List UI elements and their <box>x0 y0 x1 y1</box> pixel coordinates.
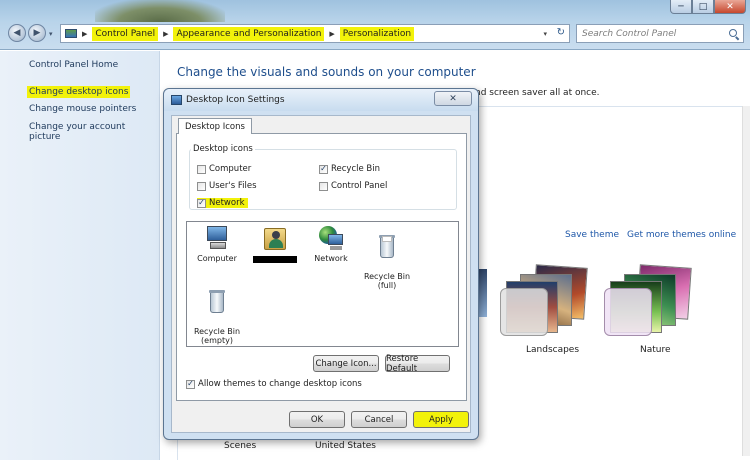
computer-checkbox[interactable]: Computer <box>197 164 251 174</box>
icon-label: Computer <box>197 254 237 263</box>
forward-button[interactable]: ▶ <box>28 24 46 42</box>
breadcrumb-separator-icon[interactable]: ▶ <box>163 30 168 38</box>
checkbox-box[interactable]: ✓ <box>319 164 328 174</box>
address-bar[interactable]: ▶ Control Panel ▶ Appearance and Persona… <box>60 24 570 43</box>
change-icon-button[interactable]: Change Icon... <box>313 355 379 372</box>
back-button[interactable]: ◀ <box>8 24 26 42</box>
checkbox-label: Allow themes to change desktop icons <box>198 379 362 389</box>
dialog-titlebar[interactable]: Desktop Icon Settings ✕ <box>164 89 478 111</box>
address-dropdown-icon[interactable]: ▾ <box>543 30 547 38</box>
tab-panel: Desktop icons Computer ✓ Recycle Bin Use… <box>176 133 467 401</box>
computer-icon <box>204 225 230 251</box>
checkbox-label: Recycle Bin <box>331 164 381 174</box>
search-input[interactable]: Search Control Panel <box>576 24 744 43</box>
control-panel-icon <box>65 29 77 38</box>
breadcrumb-separator-icon[interactable]: ▶ <box>82 30 87 38</box>
icon-label: Network <box>314 254 348 263</box>
checkbox-box[interactable]: ✓ <box>197 198 206 208</box>
network-icon <box>318 225 344 251</box>
apply-button[interactable]: Apply <box>413 411 469 428</box>
change-desktop-icons-link[interactable]: Change desktop icons <box>27 86 131 98</box>
checkbox-box[interactable] <box>319 181 328 191</box>
desktop-icons-list[interactable]: Computer Network Recycle Bin (full) Recy… <box>186 221 459 347</box>
dialog-title: Desktop Icon Settings <box>186 95 285 105</box>
desktop-settings-icon <box>171 95 182 105</box>
refresh-icon[interactable]: ↻ <box>557 27 565 38</box>
group-label: Desktop icons <box>191 144 255 154</box>
breadcrumb-personalization[interactable]: Personalization <box>339 26 415 41</box>
left-task-pane: Control Panel Home Change desktop icons … <box>0 51 160 460</box>
icon-label: Recycle Bin (empty) <box>193 327 241 345</box>
theme-color-swatch <box>500 288 548 336</box>
checkmark-icon: ✓ <box>198 198 205 207</box>
wallpaper-peek <box>95 0 225 22</box>
icon-item-network[interactable]: Network <box>303 225 359 263</box>
change-mouse-pointers-link[interactable]: Change mouse pointers <box>29 104 136 114</box>
icon-item-user-files[interactable] <box>247 225 303 265</box>
minimize-button[interactable]: ─ <box>670 0 692 14</box>
ok-button[interactable]: OK <box>289 411 345 428</box>
dialog-body: Desktop icons Computer ✓ Recycle Bin Use… <box>171 115 471 433</box>
checkbox-label: Network <box>209 198 245 208</box>
search-placeholder: Search Control Panel <box>582 28 677 39</box>
users-files-checkbox[interactable]: User's Files <box>197 181 257 191</box>
icon-item-recycle-bin-empty[interactable]: Recycle Bin (empty) <box>189 280 245 345</box>
get-more-themes-link[interactable]: Get more themes online <box>627 230 736 240</box>
close-icon: ✕ <box>449 93 457 104</box>
theme-color-swatch <box>604 288 652 336</box>
recent-pages-dropdown[interactable]: ▾ <box>49 30 53 38</box>
save-theme-link[interactable]: Save theme <box>565 230 619 240</box>
desktop-icon-settings-dialog: Desktop Icon Settings ✕ Desktop icons Co… <box>163 88 479 440</box>
maximize-button[interactable]: □ <box>692 0 714 14</box>
recycle-bin-checkbox[interactable]: ✓ Recycle Bin <box>319 164 380 174</box>
checkmark-icon: ✓ <box>187 379 194 388</box>
page-title: Change the visuals and sounds on your co… <box>177 65 476 79</box>
theme-nature[interactable] <box>604 264 692 336</box>
search-icon[interactable] <box>729 28 739 39</box>
icon-item-computer[interactable]: Computer <box>189 225 245 263</box>
theme-landscapes[interactable] <box>500 264 588 336</box>
theme-label: United States <box>315 441 376 451</box>
themes-scrollbar[interactable] <box>742 106 750 456</box>
checkbox-label: Control Panel <box>331 181 388 191</box>
checkbox-box[interactable] <box>197 181 206 191</box>
theme-label: Scenes <box>224 441 257 451</box>
forward-arrow-icon: ▶ <box>33 28 41 38</box>
cancel-button[interactable]: Cancel <box>351 411 407 428</box>
dialog-close-button[interactable]: ✕ <box>434 91 472 106</box>
checkbox-label: Computer <box>209 164 252 174</box>
checkbox-box[interactable] <box>197 164 206 174</box>
back-arrow-icon: ◀ <box>13 28 21 38</box>
redacted-label <box>253 256 297 263</box>
page-description: nd screen saver all at once. <box>475 88 600 98</box>
recycle-bin-empty-icon <box>204 289 230 315</box>
caption-buttons: ─ □ ✕ <box>670 0 746 14</box>
breadcrumb-separator-icon[interactable]: ▶ <box>329 30 334 38</box>
change-account-picture-link[interactable]: Change your account picture <box>29 122 159 142</box>
control-panel-checkbox[interactable]: Control Panel <box>319 181 387 191</box>
recycle-bin-full-icon <box>374 234 400 260</box>
user-folder-icon <box>262 225 288 251</box>
control-panel-home-link[interactable]: Control Panel Home <box>29 60 118 70</box>
checkbox-label: User's Files <box>209 181 257 191</box>
breadcrumb-control-panel[interactable]: Control Panel <box>92 26 159 41</box>
checkmark-icon: ✓ <box>320 164 327 173</box>
checkbox-box[interactable]: ✓ <box>186 379 195 389</box>
tab-desktop-icons[interactable]: Desktop Icons <box>178 118 252 134</box>
restore-default-button[interactable]: Restore Default <box>385 354 450 374</box>
theme-label: Landscapes <box>526 345 580 355</box>
icon-item-recycle-bin-full[interactable]: Recycle Bin (full) <box>359 225 415 290</box>
icon-label: Recycle Bin (full) <box>363 272 411 290</box>
network-checkbox[interactable]: ✓ Network <box>197 198 248 208</box>
window-titlebar: ─ □ ✕ ◀ ▶ ▾ ▶ Control Panel ▶ Appearance… <box>0 0 750 50</box>
theme-label: Nature <box>640 345 671 355</box>
allow-themes-checkbox[interactable]: ✓ Allow themes to change desktop icons <box>186 379 362 389</box>
close-window-button[interactable]: ✕ <box>714 0 746 14</box>
breadcrumb-appearance[interactable]: Appearance and Personalization <box>173 26 325 41</box>
